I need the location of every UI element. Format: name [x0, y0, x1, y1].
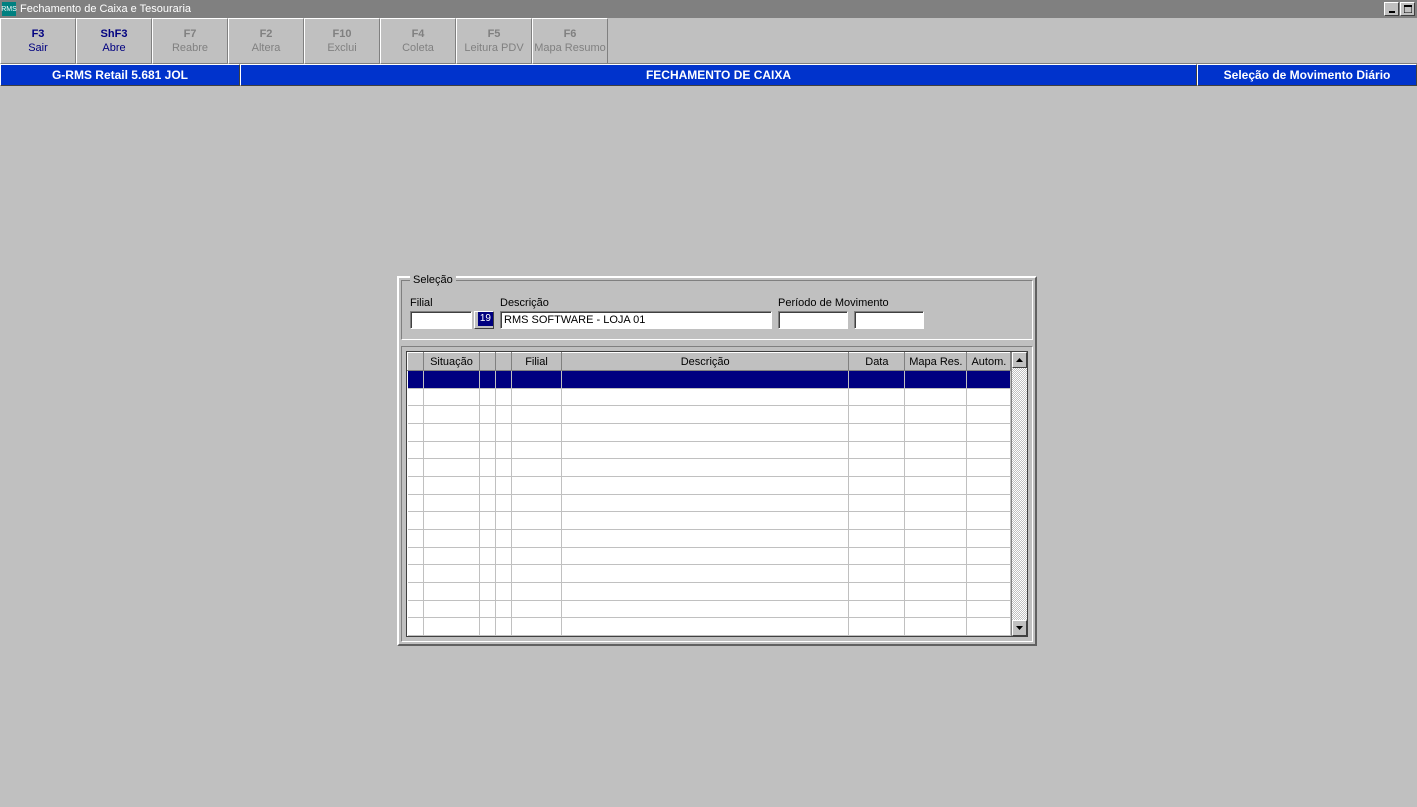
toolbar-label: Reabre	[172, 42, 208, 54]
toolbar-altera[interactable]: F2 Altera	[228, 18, 304, 64]
col-blank2[interactable]	[480, 353, 496, 371]
table-row[interactable]	[408, 406, 1011, 424]
app-version: G-RMS Retail 5.681 JOL	[0, 64, 240, 86]
toolbar-label: Coleta	[402, 42, 434, 54]
toolbar-coleta[interactable]: F4 Coleta	[380, 18, 456, 64]
table-row[interactable]	[408, 512, 1011, 530]
filial-field: Filial 19	[410, 297, 494, 329]
table-row[interactable]	[408, 388, 1011, 406]
screen-subtitle: Seleção de Movimento Diário	[1197, 64, 1417, 86]
table-row[interactable]	[408, 529, 1011, 547]
toolbar-key: F2	[260, 28, 273, 40]
screen-title: FECHAMENTO DE CAIXA	[240, 64, 1197, 86]
periodo-to-input[interactable]	[854, 311, 924, 329]
descricao-label: Descrição	[500, 297, 772, 309]
descricao-field: Descrição	[500, 297, 772, 329]
scroll-up-button[interactable]	[1012, 352, 1027, 368]
table-row[interactable]	[408, 547, 1011, 565]
filial-label: Filial	[410, 297, 494, 309]
col-descricao[interactable]: Descrição	[562, 353, 849, 371]
toolbar-label: Altera	[252, 42, 281, 54]
toolbar-label: Exclui	[327, 42, 356, 54]
periodo-field: Período de Movimento	[778, 297, 924, 329]
table-row[interactable]	[408, 494, 1011, 512]
maximize-icon	[1404, 5, 1412, 13]
toolbar-sair[interactable]: F3 Sair	[0, 18, 76, 64]
toolbar-exclui[interactable]: F10 Exclui	[304, 18, 380, 64]
window-title: Fechamento de Caixa e Tesouraria	[20, 3, 1384, 15]
toolbar-key: F4	[412, 28, 425, 40]
toolbar-label: Mapa Resumo	[534, 42, 606, 54]
chevron-down-icon	[1016, 626, 1023, 630]
periodo-label: Período de Movimento	[778, 297, 924, 309]
table-row[interactable]	[408, 565, 1011, 583]
scroll-track[interactable]	[1012, 368, 1027, 620]
table-row[interactable]	[408, 459, 1011, 477]
col-data[interactable]: Data	[849, 353, 905, 371]
content-area: Seleção Filial 19	[0, 86, 1417, 807]
toolbar-abre[interactable]: ShF3 Abre	[76, 18, 152, 64]
grid-body	[408, 371, 1011, 636]
col-mapa-res[interactable]: Mapa Res.	[905, 353, 967, 371]
descricao-input[interactable]	[500, 311, 772, 329]
toolbar-key: F10	[333, 28, 352, 40]
toolbar-key: F3	[32, 28, 45, 40]
toolbar-key: F7	[184, 28, 197, 40]
scroll-down-button[interactable]	[1012, 620, 1027, 636]
filial-value: 19	[478, 312, 493, 326]
table-row[interactable]	[408, 476, 1011, 494]
table-row[interactable]	[408, 600, 1011, 618]
selecao-legend: Seleção	[410, 274, 456, 286]
toolbar-mapa-resumo[interactable]: F6 Mapa Resumo	[532, 18, 608, 64]
toolbar-key: F5	[488, 28, 501, 40]
toolbar-label: Sair	[28, 42, 48, 54]
table-row[interactable]	[408, 423, 1011, 441]
grid-container: Situação Filial Descrição Data Mapa Res.…	[401, 346, 1033, 642]
toolbar-label: Abre	[102, 42, 125, 54]
table-row[interactable]	[408, 582, 1011, 600]
minimize-button[interactable]	[1384, 2, 1399, 16]
chevron-up-icon	[1016, 358, 1023, 362]
col-blank3[interactable]	[496, 353, 512, 371]
maximize-button[interactable]	[1400, 2, 1415, 16]
col-situacao[interactable]: Situação	[424, 353, 480, 371]
data-grid[interactable]: Situação Filial Descrição Data Mapa Res.…	[406, 351, 1028, 637]
toolbar-label: Leitura PDV	[464, 42, 523, 54]
toolbar-key: ShF3	[101, 28, 128, 40]
toolbar-reabre[interactable]: F7 Reabre	[152, 18, 228, 64]
grid-scrollbar[interactable]	[1011, 352, 1027, 636]
toolbar-key: F6	[564, 28, 577, 40]
header-bar: G-RMS Retail 5.681 JOL FECHAMENTO DE CAI…	[0, 64, 1417, 86]
main-panel: Seleção Filial 19	[397, 276, 1037, 646]
selecao-fieldset: Seleção Filial 19	[401, 280, 1033, 340]
minimize-icon	[1388, 5, 1396, 13]
app-icon: RMS	[2, 2, 16, 16]
table-row[interactable]	[408, 618, 1011, 636]
title-bar: RMS Fechamento de Caixa e Tesouraria	[0, 0, 1417, 18]
toolbar: F3 Sair ShF3 Abre F7 Reabre F2 Altera F1…	[0, 18, 1417, 64]
col-autom[interactable]: Autom.	[967, 353, 1011, 371]
filial-input[interactable]	[410, 311, 472, 329]
table-row[interactable]	[408, 371, 1011, 389]
col-blank1[interactable]	[408, 353, 424, 371]
col-filial[interactable]: Filial	[512, 353, 562, 371]
toolbar-leitura-pdv[interactable]: F5 Leitura PDV	[456, 18, 532, 64]
periodo-from-input[interactable]	[778, 311, 848, 329]
table-row[interactable]	[408, 441, 1011, 459]
